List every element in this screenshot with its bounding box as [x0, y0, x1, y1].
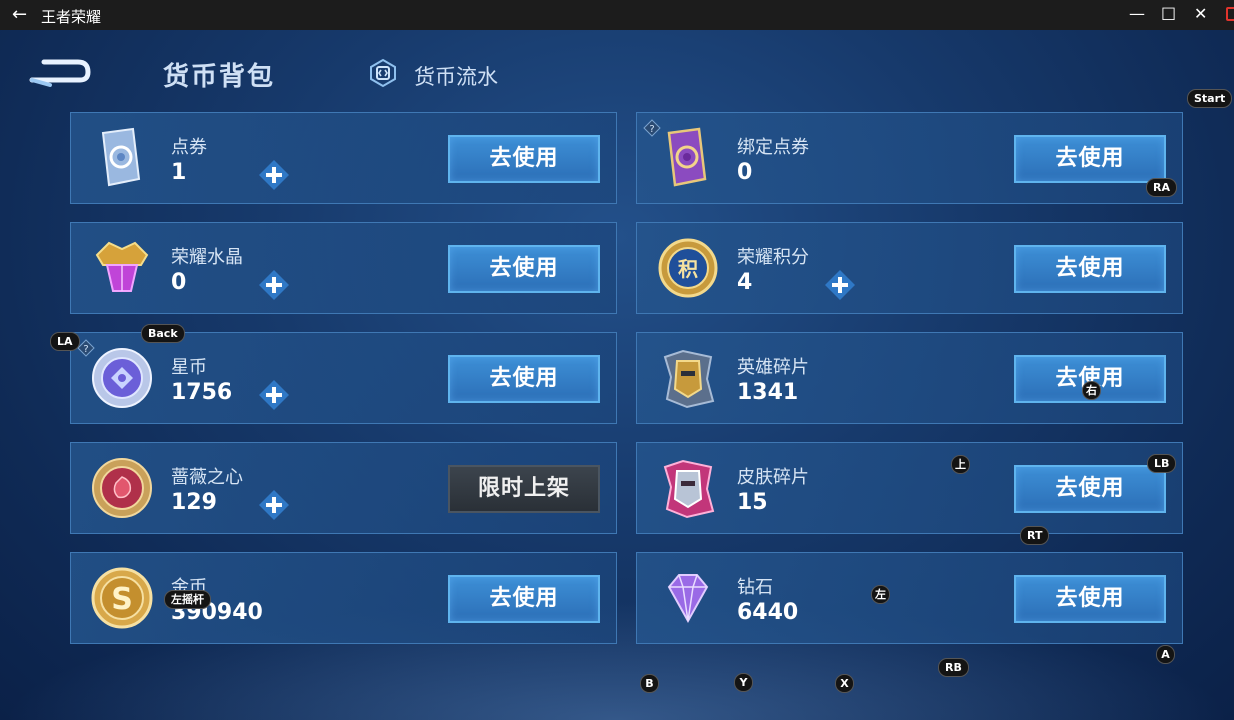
tab-currency-bag[interactable]: 货币背包: [163, 56, 275, 93]
limited-time-button[interactable]: 限时上架: [448, 465, 600, 513]
close-icon[interactable]: ✕: [1194, 4, 1207, 23]
gamepad-hint-ra: RA: [1146, 178, 1177, 197]
currency-amount: 1: [171, 160, 187, 185]
tab-currency-flow[interactable]: 货币流水: [414, 61, 498, 91]
gamepad-hint-left-stick: 左摇杆: [164, 590, 211, 609]
star-coin-icon: [92, 348, 152, 408]
currency-amount: 1756: [171, 380, 233, 405]
gamepad-hint-back: Back: [141, 324, 185, 343]
diamond-icon: [667, 574, 709, 624]
use-button[interactable]: 去使用: [1014, 575, 1166, 623]
currency-name: 蔷薇之心: [171, 467, 243, 488]
currency-card-diamond: 钻石 6440 去使用: [636, 552, 1183, 644]
currency-name: 荣耀积分: [737, 247, 809, 268]
voucher-icon: [101, 127, 141, 187]
back-arrow-icon[interactable]: ←: [12, 4, 27, 25]
currency-flow-icon[interactable]: [368, 58, 398, 88]
currency-amount: 15: [737, 490, 768, 515]
use-button[interactable]: 去使用: [1014, 465, 1166, 513]
currency-amount: 129: [171, 490, 217, 515]
currency-name: 英雄碎片: [737, 357, 809, 378]
minimize-icon[interactable]: —: [1129, 4, 1145, 23]
currency-card-bound-dianquan: ? 绑定点券 0 去使用: [636, 112, 1183, 204]
currency-amount: 0: [737, 160, 753, 185]
svg-text:S: S: [111, 582, 133, 617]
glory-crystal-icon: [95, 241, 149, 292]
currency-card-skin-fragments: 皮肤碎片 15 去使用: [636, 442, 1183, 534]
gold-coin-icon: S: [91, 567, 153, 629]
use-button[interactable]: 去使用: [448, 135, 600, 183]
svg-text:?: ?: [83, 344, 88, 355]
currency-name: 荣耀水晶: [171, 247, 243, 268]
window-title: 王者荣耀: [41, 8, 102, 26]
currency-card-dianquan: 点券 1 去使用: [70, 112, 617, 204]
currency-name: 皮肤碎片: [737, 467, 809, 488]
gamepad-hint-up: 上: [951, 455, 970, 474]
hero-fragment-icon: [663, 349, 715, 409]
gamepad-hint-y: Y: [734, 673, 753, 692]
record-indicator-icon: [1226, 7, 1234, 21]
gamepad-hint-right: 右: [1082, 381, 1101, 400]
use-button[interactable]: 去使用: [448, 575, 600, 623]
add-icon[interactable]: [824, 269, 856, 301]
currency-card-hero-fragments: 英雄碎片 1341 去使用: [636, 332, 1183, 424]
gamepad-hint-lb: LB: [1147, 454, 1177, 473]
bound-voucher-icon: [667, 127, 707, 187]
currency-card-star-coin: ? 星币 1756 去使用: [70, 332, 617, 424]
rose-heart-icon: [92, 458, 152, 518]
currency-card-glory-points: 积 荣耀积分 4 去使用: [636, 222, 1183, 314]
svg-text:积: 积: [678, 257, 698, 281]
svg-text:?: ?: [649, 124, 654, 135]
gamepad-hint-left: 左: [871, 585, 890, 604]
gamepad-hint-b: B: [640, 674, 659, 693]
use-button[interactable]: 去使用: [1014, 135, 1166, 183]
currency-card-gold: S 金币 390940 去使用: [70, 552, 617, 644]
gamepad-hint-rb: RB: [938, 658, 969, 677]
add-icon[interactable]: [258, 489, 290, 521]
currency-name: 星币: [171, 357, 207, 378]
use-button[interactable]: 去使用: [448, 355, 600, 403]
currency-card-rose-heart: 蔷薇之心 129 限时上架: [70, 442, 617, 534]
add-icon[interactable]: [258, 159, 290, 191]
gamepad-hint-rt: RT: [1020, 526, 1050, 545]
maximize-icon[interactable]: □: [1161, 3, 1176, 22]
add-icon[interactable]: [258, 269, 290, 301]
gamepad-hint-la: LA: [50, 332, 80, 351]
add-icon[interactable]: [258, 379, 290, 411]
glory-points-icon: 积: [658, 238, 718, 298]
skin-fragment-icon: [663, 459, 715, 519]
return-arrow-icon[interactable]: [28, 56, 92, 90]
use-button[interactable]: 去使用: [448, 245, 600, 293]
gamepad-hint-start: Start: [1187, 89, 1233, 108]
window-titlebar: ← 王者荣耀 — □ ✕: [0, 0, 1234, 30]
currency-amount: 1341: [737, 380, 799, 405]
currency-name: 钻石: [737, 577, 773, 598]
currency-card-glory-crystal: 荣耀水晶 0 去使用: [70, 222, 617, 314]
use-button[interactable]: 去使用: [1014, 245, 1166, 293]
currency-amount: 4: [737, 270, 753, 295]
gamepad-hint-a: A: [1156, 645, 1175, 664]
currency-amount: 0: [171, 270, 187, 295]
gamepad-hint-x: X: [835, 674, 854, 693]
currency-name: 点券: [171, 137, 207, 158]
currency-name: 绑定点券: [737, 137, 809, 158]
currency-amount: 6440: [737, 600, 799, 625]
